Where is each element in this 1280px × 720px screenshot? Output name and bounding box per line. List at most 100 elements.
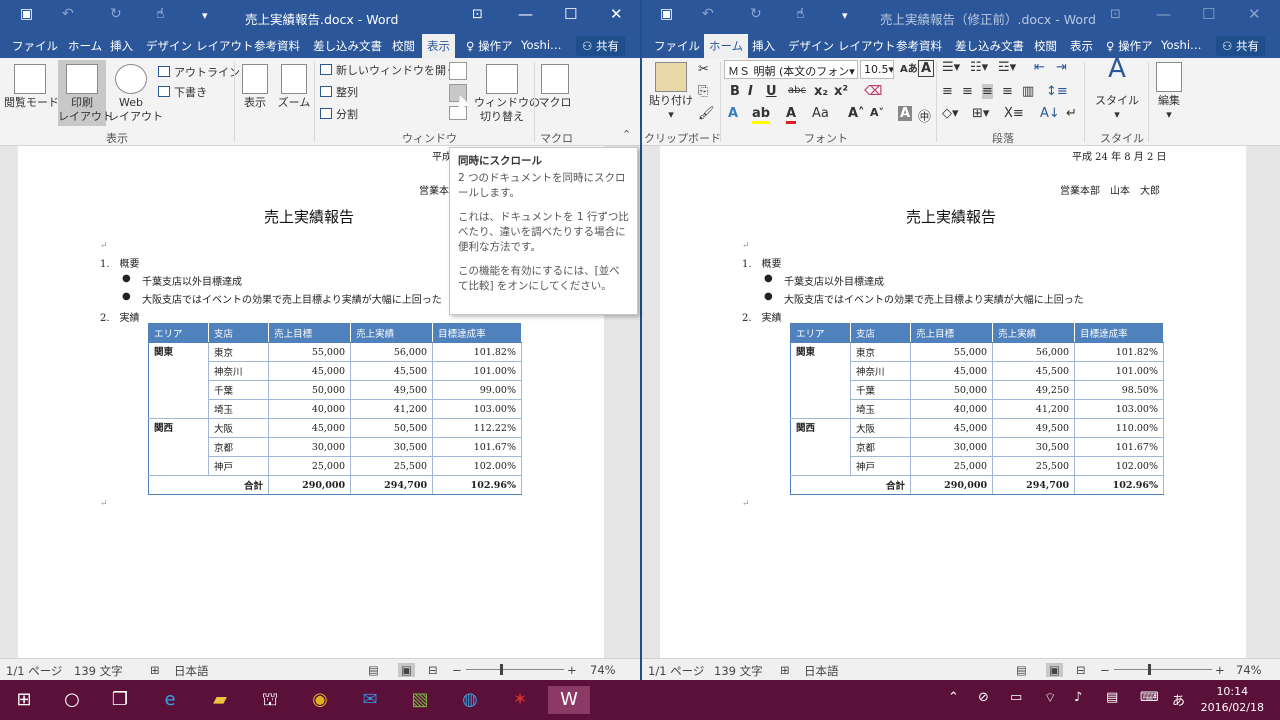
tab-insert[interactable]: 挿入 (748, 36, 779, 56)
right-document-area[interactable]: 平成 24 年 8 月 2 日 営業本部 山本 大郎 売上実績報告 ↵ 1. 概… (642, 146, 1280, 658)
read-mode-status-icon[interactable]: ▤ (368, 663, 379, 677)
system-clock[interactable]: 10:14 2016/02/18 (1201, 684, 1264, 716)
redo-icon[interactable]: ↻ (110, 6, 122, 22)
zoom-level[interactable]: 74% (590, 663, 616, 677)
switch-windows-button[interactable]: ウィンドウの 切り替え (474, 64, 540, 124)
web-layout-status-icon[interactable]: ⊟ (1076, 663, 1086, 677)
zoom-out-icon[interactable]: − (1100, 663, 1110, 677)
shading-icon[interactable]: ◇▾ (942, 106, 959, 121)
page-count[interactable]: 1/1 ページ (648, 663, 704, 679)
print-layout-status-icon[interactable]: ▣ (1046, 663, 1063, 677)
ime-mode[interactable]: あ (1172, 690, 1185, 709)
word-count[interactable]: 139 文字 (74, 663, 123, 679)
bullets-icon[interactable]: ☰▾ (942, 60, 960, 75)
photo-app-icon[interactable]: ▧ (406, 686, 434, 714)
windows-start-icon[interactable]: ⊞ (10, 686, 38, 714)
underline-icon[interactable]: U (766, 84, 777, 99)
change-case-icon[interactable]: Aa (812, 106, 829, 121)
zoom-slider[interactable] (466, 669, 564, 670)
arrange-all-button[interactable]: 整列 (320, 84, 358, 100)
web-layout-status-icon[interactable]: ⊟ (428, 663, 438, 677)
superscript-icon[interactable]: x² (834, 84, 848, 99)
tab-mailings[interactable]: 差し込み文書 (951, 36, 1028, 56)
align-right-icon[interactable]: ≡ (982, 84, 993, 99)
redo-icon[interactable]: ↻ (750, 6, 762, 22)
action-center-icon[interactable]: ▤ (1106, 690, 1118, 705)
tell-me-box[interactable]: ♀ 操作ア (462, 36, 517, 56)
tab-references[interactable]: 参考資料 (250, 36, 304, 56)
qat-customize-icon[interactable]: ▾ (202, 9, 208, 22)
tab-review[interactable]: 校閲 (1030, 36, 1061, 56)
outline-button[interactable]: アウトライン (158, 64, 240, 80)
zoom-level[interactable]: 74% (1236, 663, 1262, 677)
tell-me-box[interactable]: ♀ 操作ア (1102, 36, 1157, 56)
tab-file[interactable]: ファイル (8, 36, 62, 56)
font-size-select[interactable]: 10.5▾ (860, 60, 894, 79)
show-button[interactable]: 表示 (240, 64, 270, 110)
save-icon[interactable]: ▣ (20, 6, 33, 22)
tab-view[interactable]: 表示 (1066, 36, 1097, 56)
align-left-icon[interactable]: ≡ (942, 84, 953, 99)
zoom-in-icon[interactable]: + (567, 663, 577, 677)
print-layout-status-icon[interactable]: ▣ (398, 663, 415, 677)
sort-icon[interactable]: A↓ (1040, 106, 1060, 121)
web-layout-button[interactable]: Web レイアウト (108, 64, 163, 124)
text-effects-icon[interactable]: A (728, 106, 738, 121)
grow-font-icon[interactable]: A˄ (848, 106, 865, 121)
account-name[interactable]: Yoshi… (517, 36, 566, 54)
highlight-icon[interactable]: ab (752, 106, 771, 124)
zoom-slider[interactable] (1114, 669, 1212, 670)
cortana-icon[interactable]: ○ (58, 686, 86, 714)
word-taskbar-icon[interactable]: W (548, 686, 590, 714)
save-icon[interactable]: ▣ (660, 6, 673, 22)
tab-mailings[interactable]: 差し込み文書 (309, 36, 386, 56)
tab-review[interactable]: 校閲 (388, 36, 419, 56)
close-icon[interactable]: ✕ (610, 5, 623, 23)
maximize-icon[interactable]: ☐ (1202, 5, 1215, 23)
ribbon-display-icon[interactable]: ⊡ (1110, 7, 1121, 22)
format-painter-icon[interactable]: 🖌 (698, 106, 715, 121)
tab-layout[interactable]: レイアウト (834, 36, 900, 56)
multilevel-list-icon[interactable]: ☲▾ (998, 60, 1016, 75)
strikethrough-icon[interactable]: abc (788, 85, 806, 96)
undo-icon[interactable]: ↶ (62, 6, 74, 22)
paste-button[interactable]: 貼り付け ▾ (648, 62, 694, 122)
italic-icon[interactable]: I (748, 84, 753, 99)
tab-insert[interactable]: 挿入 (106, 36, 137, 56)
styles-button[interactable]: A スタイル ▾ (1094, 56, 1140, 122)
volume-icon[interactable]: ♪ (1074, 690, 1082, 705)
print-layout-button[interactable]: 印刷 レイアウト (58, 60, 113, 126)
draft-button[interactable]: 下書き (158, 84, 207, 100)
zoom-out-icon[interactable]: − (452, 663, 462, 677)
game-app-icon[interactable]: ✶ (506, 686, 534, 714)
shrink-font-icon[interactable]: A˅ (870, 106, 884, 119)
tab-layout[interactable]: レイアウト (192, 36, 258, 56)
increase-indent-icon[interactable]: ⇥ (1056, 60, 1067, 75)
distribute-icon[interactable]: ▥ (1022, 84, 1034, 99)
tab-file[interactable]: ファイル (650, 36, 704, 56)
share-button[interactable]: ⚇ 共有 (1216, 36, 1265, 56)
enclose-char-icon[interactable]: ㊥ (918, 106, 931, 125)
editing-button[interactable]: 編集 ▾ (1152, 62, 1186, 122)
tab-view[interactable]: 表示 (422, 34, 455, 58)
keyboard-icon[interactable]: ⌨ (1140, 690, 1159, 705)
line-spacing-icon[interactable]: ↕≡ (1046, 84, 1068, 99)
tab-home[interactable]: ホーム (64, 36, 106, 56)
proofing-icon[interactable]: ⊞ (780, 663, 790, 677)
close-icon[interactable]: ✕ (1248, 5, 1261, 23)
text-direction-icon[interactable]: X≡ (1004, 106, 1024, 121)
zoom-slider-thumb[interactable] (1148, 664, 1151, 675)
proofing-icon[interactable]: ⊞ (150, 663, 160, 677)
char-border-icon[interactable]: A (918, 60, 935, 77)
qat-customize-icon[interactable]: ▾ (842, 9, 848, 22)
decrease-indent-icon[interactable]: ⇤ (1034, 60, 1045, 75)
align-center-icon[interactable]: ≡ (962, 84, 973, 99)
tab-references[interactable]: 参考資料 (892, 36, 946, 56)
justify-icon[interactable]: ≡ (1002, 84, 1013, 99)
share-button[interactable]: ⚇ 共有 (576, 36, 625, 56)
ribbon-display-icon[interactable]: ⊡ (472, 7, 483, 22)
font-name-select[interactable]: ＭＳ 明朝 (本文のフォン▾ (724, 60, 858, 79)
eraser-icon[interactable]: ⌫ (864, 84, 882, 99)
borders-icon[interactable]: ⊞▾ (972, 106, 989, 121)
account-name[interactable]: Yoshi… (1157, 36, 1206, 54)
